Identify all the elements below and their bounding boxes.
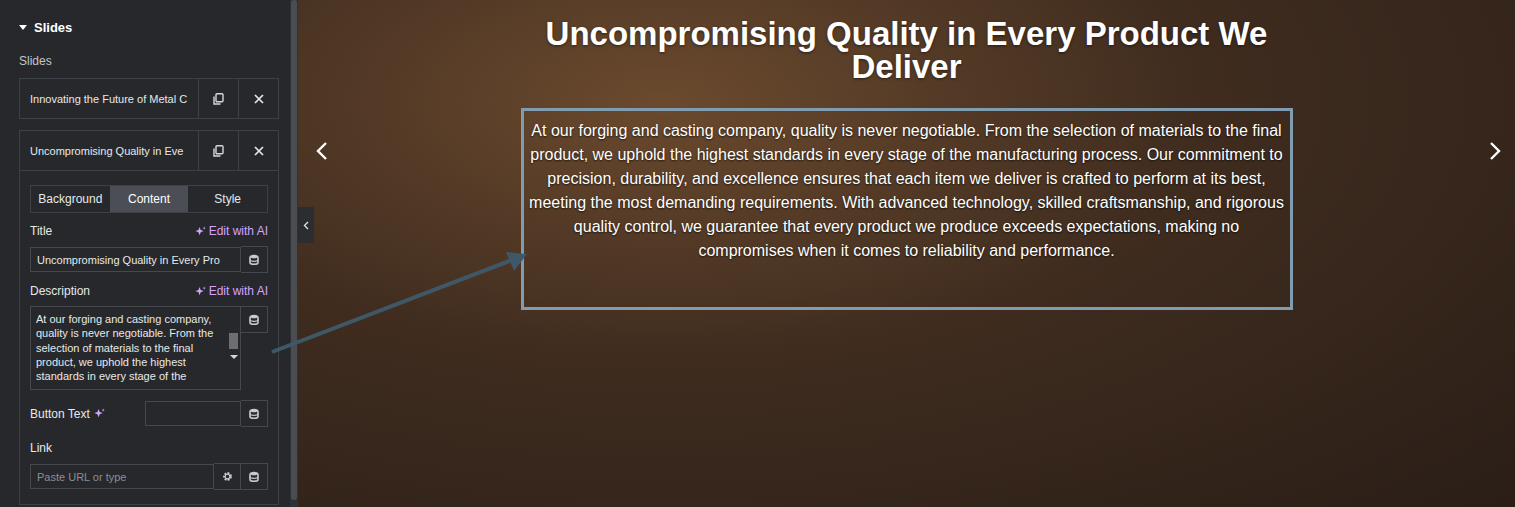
section-header[interactable]: Slides — [19, 0, 279, 54]
edit-with-ai-button[interactable]: Edit with AI — [195, 224, 268, 238]
gear-icon — [222, 471, 233, 482]
field-label: Title — [30, 224, 52, 238]
dynamic-tags-button[interactable] — [241, 306, 268, 333]
section-title: Slides — [34, 20, 72, 35]
dynamic-tags-button[interactable] — [241, 400, 268, 427]
dynamic-tags-icon — [249, 254, 259, 265]
close-icon — [254, 94, 264, 104]
caret-icon — [19, 25, 27, 30]
list-label: Slides — [19, 54, 279, 68]
sparkle-icon — [195, 226, 206, 237]
next-slide-button[interactable] — [1489, 141, 1501, 165]
collapse-panel-button[interactable] — [298, 207, 314, 243]
slide-item: Uncompromising Quality in Eve Background… — [19, 130, 279, 505]
scrollbar[interactable] — [227, 307, 240, 389]
annotation-arrow-icon — [0, 0, 1515, 507]
link-input[interactable]: Paste URL or type — [30, 464, 214, 489]
dynamic-tags-icon — [249, 408, 259, 419]
field-label: Description — [30, 284, 90, 298]
sparkle-icon — [94, 408, 105, 419]
sparkle-icon — [195, 286, 206, 297]
chevron-right-icon — [1489, 141, 1501, 161]
remove-button[interactable] — [238, 79, 278, 118]
slide-item: Innovating the Future of Metal C — [19, 78, 279, 119]
tab[interactable]: Style — [188, 186, 267, 212]
duplicate-icon — [213, 145, 224, 157]
chevron-left-icon — [303, 221, 309, 230]
chevron-left-icon — [316, 141, 328, 161]
scroll-down-icon — [230, 355, 238, 359]
duplicate-button[interactable] — [198, 79, 238, 118]
field-label: Button Text — [30, 407, 105, 421]
sidebar-panel: Slides Slides Innovating the Future of M… — [0, 0, 298, 507]
tab[interactable]: Content — [110, 186, 189, 212]
panel-scrollbar[interactable] — [290, 0, 298, 507]
duplicate-button[interactable] — [198, 131, 238, 170]
prev-slide-button[interactable] — [316, 141, 328, 165]
title-input[interactable]: Uncompromising Quality in Every Pro — [30, 247, 241, 272]
tab[interactable]: Background — [31, 186, 110, 212]
slide-title[interactable]: Innovating the Future of Metal C — [20, 79, 198, 118]
description-textarea[interactable]: At our forging and casting company, qual… — [30, 306, 241, 390]
field-label: Link — [30, 441, 52, 455]
edit-with-ai-button[interactable]: Edit with AI — [195, 284, 268, 298]
dynamic-tags-icon — [249, 314, 259, 325]
duplicate-icon — [213, 93, 224, 105]
slide-preview: Uncompromising Quality in Every Product … — [298, 0, 1515, 507]
dynamic-tags-button[interactable] — [241, 246, 268, 273]
tab-bar: BackgroundContentStyle — [30, 185, 268, 213]
slide-title[interactable]: Uncompromising Quality in Every Product … — [537, 17, 1277, 83]
slide-title[interactable]: Uncompromising Quality in Eve — [20, 131, 198, 170]
dynamic-tags-button[interactable] — [241, 463, 268, 490]
remove-button[interactable] — [238, 131, 278, 170]
close-icon — [254, 146, 264, 156]
button-text-input[interactable] — [145, 401, 241, 426]
slide-description[interactable]: At our forging and casting company, qual… — [521, 108, 1293, 310]
dynamic-tags-icon — [249, 471, 259, 482]
editor: Slides Slides Innovating the Future of M… — [0, 0, 1515, 507]
link-options-button[interactable] — [214, 463, 241, 490]
